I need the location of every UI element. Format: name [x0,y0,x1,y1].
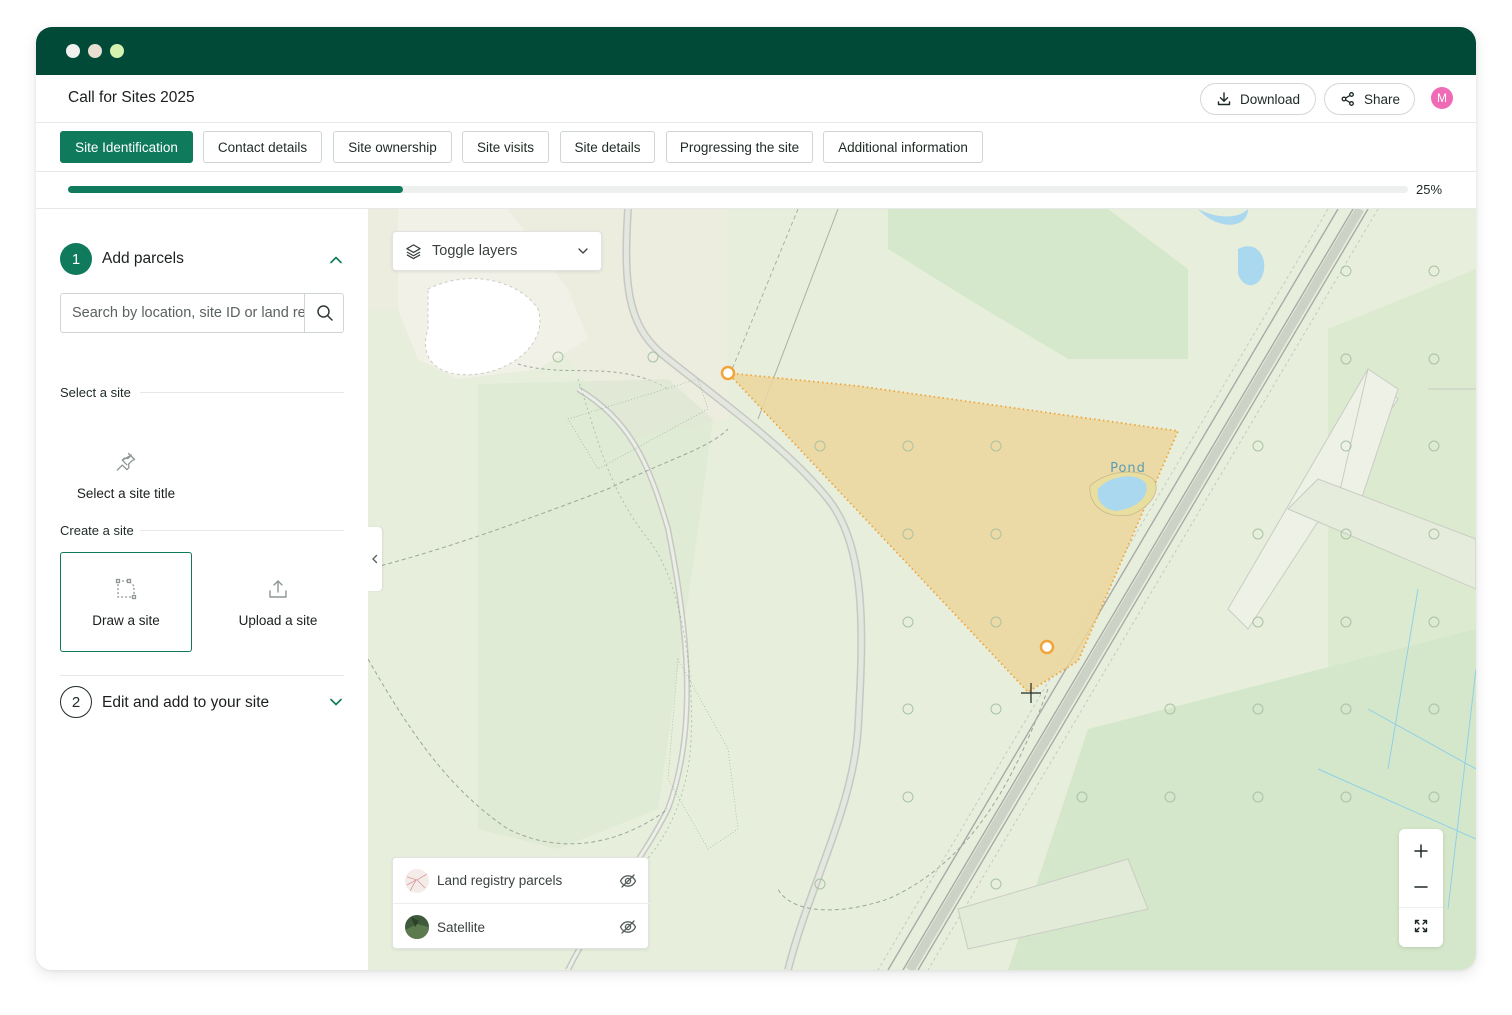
search-icon [316,304,334,322]
step-2-number: 2 [60,686,92,718]
map-view[interactable]: Pond Toggle layers Land registry parcels… [368,209,1476,970]
search-input[interactable] [61,294,304,332]
tab-site-visits[interactable]: Site visits [462,131,549,163]
draw-site-label: Draw a site [92,612,160,628]
search-field [60,293,344,333]
step-divider [60,675,344,676]
pin-icon [114,450,138,474]
zoom-controls [1399,829,1443,947]
app-window: Call for Sites 2025 Download Share M Sit… [36,27,1476,970]
polygon-vertex[interactable] [1039,639,1055,655]
app-header: Call for Sites 2025 Download Share M [36,75,1476,123]
window-minimize-dot[interactable] [88,44,102,58]
progress-bar [68,186,1408,193]
toggle-layers-label: Toggle layers [432,243,518,259]
layer-legend: Land registry parcels Satellite [392,857,650,950]
zoom-out-button[interactable] [1399,869,1443,905]
polygon-vertex[interactable] [720,365,736,381]
legend-row-satellite: Satellite [393,904,650,950]
progress-fill [68,186,403,193]
share-label: Share [1364,91,1401,107]
satellite-thumbnail [405,915,429,939]
land-registry-thumbnail [405,868,429,893]
sidebar: 1 Add parcels Select a site Select a sit… [36,209,368,970]
layers-icon [405,243,422,260]
fullscreen-button[interactable] [1399,907,1443,943]
tab-progressing-the-site[interactable]: Progressing the site [666,131,813,163]
tab-site-details[interactable]: Site details [560,131,655,163]
download-button[interactable]: Download [1200,83,1316,115]
chevron-left-icon [370,554,380,564]
toggle-layers-dropdown[interactable]: Toggle layers [392,231,602,271]
step-1-header[interactable]: 1 Add parcels [36,209,368,275]
progress-row: 25% [36,172,1476,209]
upload-icon [266,577,290,601]
window-zoom-dot[interactable] [110,44,124,58]
select-site-divider [140,392,344,393]
pond-label: Pond [1110,461,1146,476]
create-site-label: Create a site [60,523,134,538]
page-title: Call for Sites 2025 [68,89,195,106]
share-icon [1340,91,1356,107]
search-button[interactable] [304,294,343,332]
step-1-title: Add parcels [102,250,184,267]
tab-site-ownership[interactable]: Site ownership [333,131,452,163]
upload-site-option[interactable]: Upload a site [212,552,344,652]
map-canvas[interactable]: Pond [368,209,1476,970]
legend-row-land-registry: Land registry parcels [393,858,650,904]
download-label: Download [1240,91,1301,107]
chevron-down-icon [577,245,589,257]
window-titlebar [36,27,1476,75]
tab-site-identification[interactable]: Site Identification [60,131,193,163]
step-2-title: Edit and add to your site [102,694,270,711]
step-1-number: 1 [60,243,92,275]
tab-contact-details[interactable]: Contact details [203,131,322,163]
select-site-title-label: Select a site title [76,485,176,501]
collapse-sidebar-button[interactable] [368,527,382,591]
tab-additional-information[interactable]: Additional information [823,131,983,163]
share-button[interactable]: Share [1324,83,1415,115]
chevron-up-icon [328,252,344,268]
upload-site-label: Upload a site [238,612,318,628]
satellite-label: Satellite [437,919,486,935]
step-tabs: Site Identification Contact details Site… [36,123,1476,172]
window-close-dot[interactable] [66,44,80,58]
create-site-divider [140,530,344,531]
select-site-title-option[interactable]: Select a site title [60,425,192,525]
plus-icon [1414,844,1428,858]
zoom-in-button[interactable] [1399,833,1443,869]
minus-icon [1414,880,1428,894]
download-icon [1216,91,1232,107]
step-2-header[interactable]: 2 Edit and add to your site [36,679,368,727]
eye-off-icon[interactable] [619,872,637,890]
progress-label: 25% [1416,182,1443,197]
avatar[interactable]: M [1431,87,1453,109]
fullscreen-icon [1414,919,1428,933]
draw-site-option[interactable]: Draw a site [60,552,192,652]
chevron-down-icon [328,694,344,710]
eye-off-icon[interactable] [619,918,637,936]
land-registry-label: Land registry parcels [437,873,563,888]
draw-shape-icon [114,577,138,601]
select-site-label: Select a site [60,385,131,400]
